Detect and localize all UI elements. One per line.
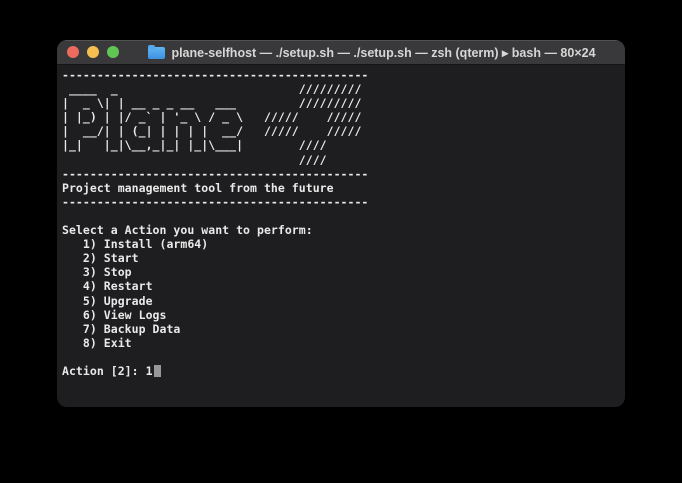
titlebar[interactable]: plane-selfhost — ./setup.sh — ./setup.sh… bbox=[57, 40, 625, 65]
close-button[interactable] bbox=[67, 46, 79, 58]
minimize-button[interactable] bbox=[87, 46, 99, 58]
terminal-screen[interactable]: ----------------------------------------… bbox=[57, 65, 625, 407]
terminal-output[interactable]: ----------------------------------------… bbox=[62, 68, 625, 378]
zoom-button[interactable] bbox=[107, 46, 119, 58]
window-title: plane-selfhost — ./setup.sh — ./setup.sh… bbox=[171, 45, 595, 60]
traffic-lights bbox=[67, 40, 119, 64]
title-area: plane-selfhost — ./setup.sh — ./setup.sh… bbox=[57, 45, 625, 60]
terminal-cursor bbox=[154, 365, 161, 377]
terminal-window: plane-selfhost — ./setup.sh — ./setup.sh… bbox=[57, 40, 625, 407]
folder-icon[interactable] bbox=[148, 47, 165, 59]
